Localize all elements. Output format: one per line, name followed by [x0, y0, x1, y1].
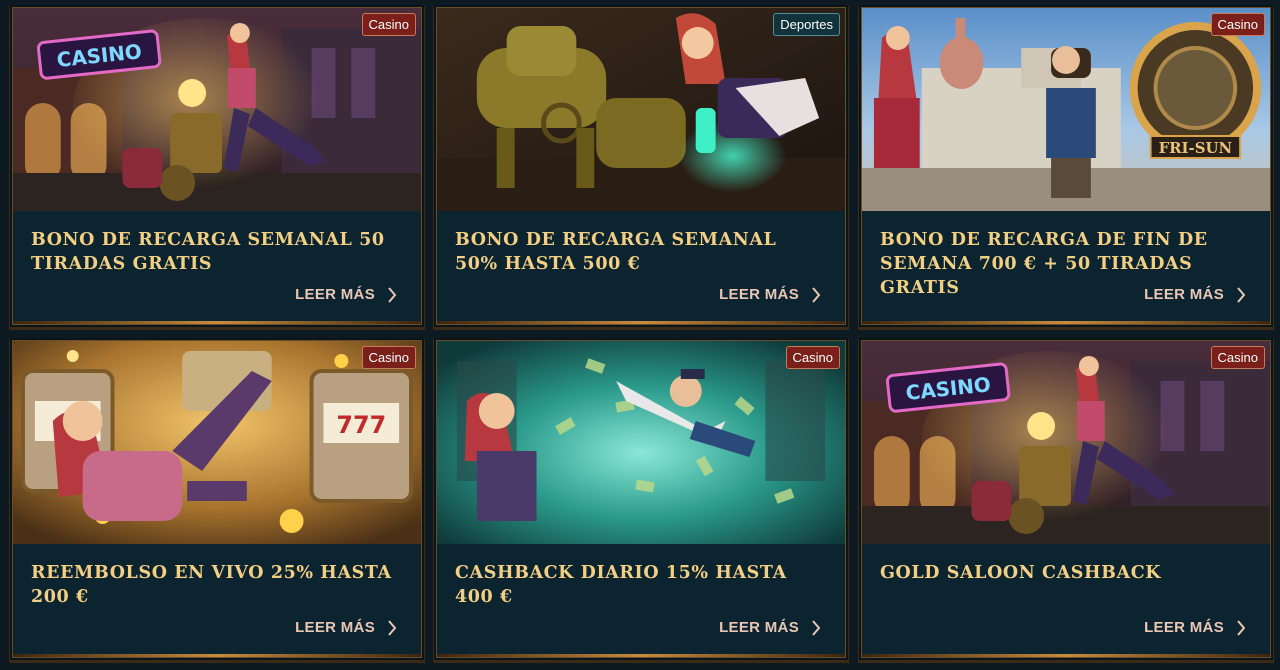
read-more-link[interactable]: LEER MÁS: [719, 286, 821, 303]
promo-title: BONO DE RECARGA SEMANAL 50% HASTA 500 €: [455, 230, 777, 274]
category-badge: Casino: [1210, 13, 1265, 36]
promo-card[interactable]: 777 Casino REEMBOLSO EN VIVO 25% HASTA 2…: [12, 340, 422, 658]
read-more-label: LEER MÁS: [1144, 619, 1224, 636]
chevron-right-icon: [388, 619, 397, 636]
promotions-grid: CASINO Casino BONO DE RECARGA SEMANAL 50…: [0, 0, 1280, 670]
promo-card[interactable]: Deportes BONO DE RECARGA SEMANAL 50% HAS…: [436, 7, 846, 325]
promo-card[interactable]: Casino CASHBACK DIARIO 15% HASTA 400 € L…: [436, 340, 846, 658]
promo-image: CASINO: [862, 341, 1270, 544]
read-more-link[interactable]: LEER MÁS: [1144, 619, 1246, 636]
category-badge: Casino: [361, 346, 416, 369]
category-badge: Casino: [1210, 346, 1265, 369]
category-badge: Casino: [785, 346, 840, 369]
chevron-right-icon: [812, 619, 821, 636]
promo-image: [437, 341, 845, 544]
promo-image: [437, 8, 845, 211]
chevron-right-icon: [812, 286, 821, 303]
promo-card[interactable]: FRI-SUN Casino BONO DE RECARGA DE FIN DE…: [861, 7, 1271, 325]
read-more-link[interactable]: LEER MÁS: [295, 619, 397, 636]
category-badge: Casino: [361, 13, 416, 36]
chevron-right-icon: [1237, 619, 1246, 636]
read-more-label: LEER MÁS: [719, 619, 799, 636]
read-more-link[interactable]: LEER MÁS: [295, 286, 397, 303]
promo-title: REEMBOLSO EN VIVO 25% HASTA 200 €: [31, 563, 392, 607]
svg-text:FRI-SUN: FRI-SUN: [1159, 139, 1233, 157]
read-more-label: LEER MÁS: [295, 619, 375, 636]
promo-title: CASHBACK DIARIO 15% HASTA 400 €: [455, 563, 787, 607]
promo-card[interactable]: CASINO Casino GOLD SALOON CASHBACK LEER …: [861, 340, 1271, 658]
promo-title: GOLD SALOON CASHBACK: [880, 563, 1162, 583]
promo-image: CASINO: [13, 8, 421, 211]
read-more-label: LEER MÁS: [1144, 286, 1224, 303]
promo-image: 777: [13, 341, 421, 544]
promo-image: FRI-SUN: [862, 8, 1270, 211]
chevron-right-icon: [1237, 286, 1246, 303]
category-badge: Deportes: [773, 13, 840, 36]
chevron-right-icon: [388, 286, 397, 303]
promo-title: BONO DE RECARGA SEMANAL 50 TIRADAS GRATI…: [31, 230, 385, 274]
promo-card[interactable]: CASINO Casino BONO DE RECARGA SEMANAL 50…: [12, 7, 422, 325]
read-more-label: LEER MÁS: [295, 286, 375, 303]
read-more-label: LEER MÁS: [719, 286, 799, 303]
read-more-link[interactable]: LEER MÁS: [1144, 286, 1246, 303]
read-more-link[interactable]: LEER MÁS: [719, 619, 821, 636]
svg-text:777: 777: [336, 411, 386, 439]
